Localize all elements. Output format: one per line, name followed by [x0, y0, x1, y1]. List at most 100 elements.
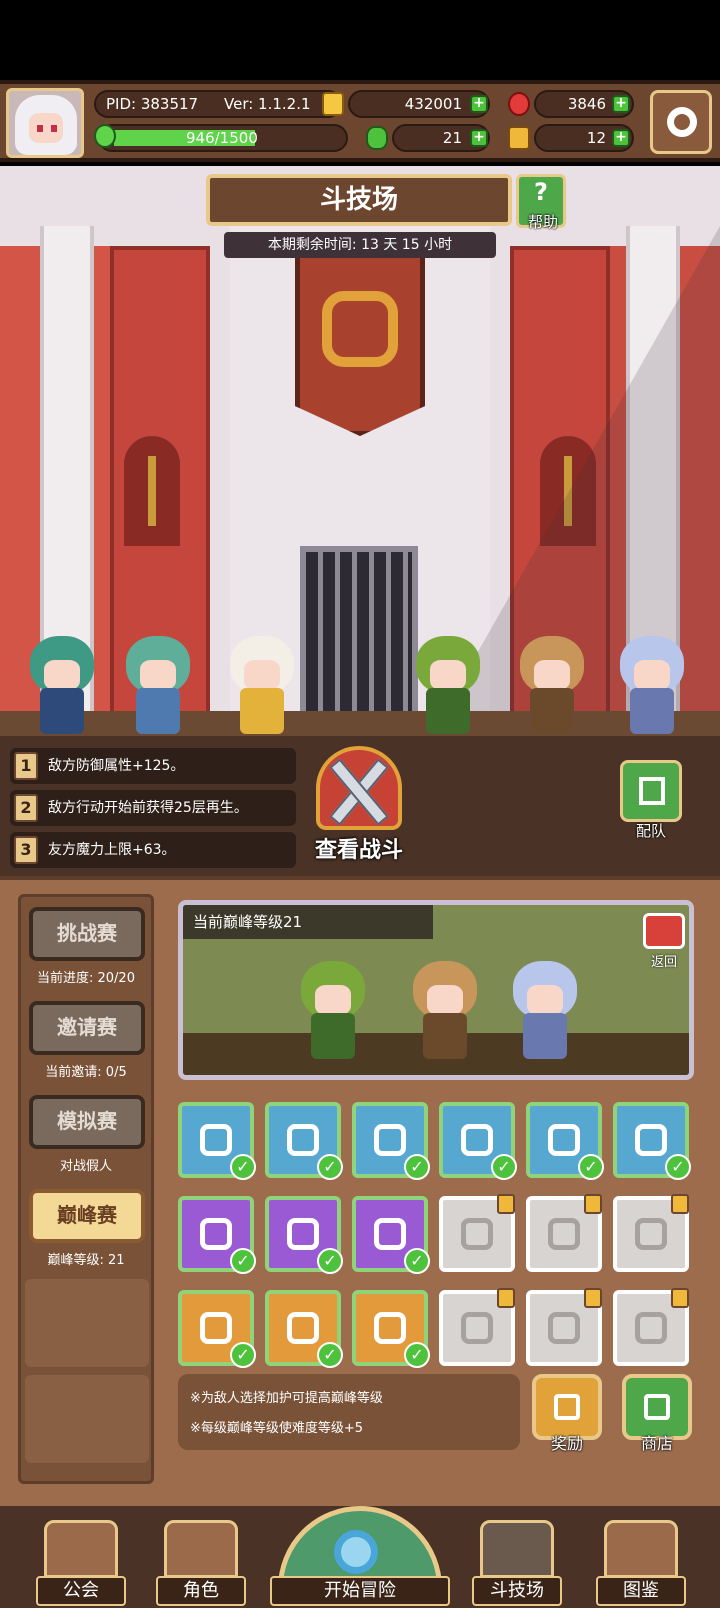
- blessing-slot[interactable]: [613, 1288, 689, 1366]
- blessing-slot[interactable]: [439, 1194, 515, 1272]
- empty-slot: [25, 1279, 149, 1367]
- blessing-slot[interactable]: ✓: [265, 1102, 343, 1180]
- mode-simulate-button[interactable]: 模拟赛: [29, 1095, 145, 1149]
- checkmark-icon: ✓: [404, 1154, 430, 1180]
- blessing-slot[interactable]: ✓: [613, 1102, 691, 1180]
- blessing-slot[interactable]: ✓: [178, 1102, 256, 1180]
- mode-challenge-button[interactable]: 挑战赛: [29, 907, 145, 961]
- enemy-hero-1: [408, 636, 488, 736]
- skull-icon: [287, 1218, 319, 1250]
- blessing-slot[interactable]: ✓: [178, 1290, 256, 1368]
- checkmark-icon: ✓: [404, 1248, 430, 1274]
- blessing-slot[interactable]: [439, 1288, 515, 1366]
- checkmark-icon: ✓: [317, 1248, 343, 1274]
- team-hero-2: [118, 636, 198, 736]
- arena-scene: 斗技场 ? 帮助 本期剩余时间: 13 天 15 小时: [0, 166, 720, 736]
- blessing-slot[interactable]: [526, 1194, 602, 1272]
- nav-adventure-label: 开始冒险: [270, 1576, 450, 1606]
- lock-icon: [584, 1288, 602, 1308]
- rings-icon: [548, 1312, 580, 1344]
- blessing-slot[interactable]: [613, 1194, 689, 1272]
- wind-icon: [635, 1218, 667, 1250]
- blessing-slot[interactable]: ✓: [352, 1290, 430, 1368]
- blessing-grid: ✓ ✓ ✓ ✓ ✓ ✓ ✓ ✓ ✓ ✓ ✓ ✓: [178, 1102, 694, 1372]
- reward-button[interactable]: 奖励: [532, 1374, 602, 1454]
- gold-coin-icon: [322, 92, 344, 116]
- shop-button[interactable]: 商店: [622, 1374, 692, 1454]
- nav-character[interactable]: 角色: [156, 1520, 246, 1608]
- shield-icon: [461, 1312, 493, 1344]
- checkmark-icon: ✓: [317, 1154, 343, 1180]
- blessing-slot[interactable]: ✓: [352, 1102, 430, 1180]
- blessing-slot[interactable]: ✓: [352, 1196, 430, 1274]
- version-label: Ver: 1.1.2.1: [224, 95, 311, 113]
- nav-guild-label: 公会: [36, 1576, 126, 1606]
- clover-amount: 21: [442, 129, 462, 147]
- buff-text: 敌方防御属性+125。: [48, 758, 185, 774]
- undo-icon: [643, 913, 685, 949]
- blessing-slot[interactable]: ✓: [178, 1196, 256, 1274]
- arena-gate: [300, 546, 418, 736]
- lock-icon: [584, 1194, 602, 1214]
- page-title: 斗技场: [206, 174, 512, 226]
- gem-amount: 3846: [567, 95, 606, 113]
- rule-notes: ※为敌人选择加护可提高巅峰等级 ※每级巅峰等级使难度等级+5: [178, 1374, 520, 1450]
- feather-icon: [548, 1124, 580, 1156]
- guild-house-icon: [44, 1520, 118, 1578]
- checkmark-icon: ✓: [665, 1154, 691, 1180]
- help-button[interactable]: ? 帮助: [516, 174, 566, 231]
- team-icon: [639, 777, 665, 805]
- nav-codex[interactable]: 图鉴: [596, 1520, 686, 1608]
- checkmark-icon: ✓: [230, 1248, 256, 1274]
- page-title-text: 斗技场: [319, 185, 398, 215]
- buff-number: 2: [14, 794, 38, 822]
- bottom-nav: 公会 角色 开始冒险 斗技场 图鉴: [0, 1506, 720, 1608]
- mode-sidebar: 挑战赛 当前进度: 20/20 邀请赛 当前邀请: 0/5 模拟赛 对战假人 巅…: [18, 894, 154, 1484]
- energy-gem-icon: [94, 124, 116, 148]
- energy-bar: 946/1500: [98, 124, 348, 152]
- blessing-slot[interactable]: ✓: [439, 1102, 517, 1180]
- gold-add-button[interactable]: +: [470, 95, 488, 113]
- buff-text: 敌方行动开始前获得25层再生。: [48, 800, 248, 816]
- view-battle-button[interactable]: 查看战斗: [296, 746, 422, 866]
- lock-icon: [497, 1288, 515, 1308]
- nav-arena[interactable]: 斗技场: [472, 1520, 562, 1608]
- fist-icon: [200, 1312, 232, 1344]
- blessing-slot[interactable]: ✓: [526, 1102, 604, 1180]
- mode-peak-button[interactable]: 巅峰赛: [29, 1189, 145, 1243]
- reward-label: 奖励: [550, 1434, 583, 1453]
- key-add-button[interactable]: +: [612, 129, 630, 147]
- empty-slot: [25, 1375, 149, 1463]
- nav-adventure[interactable]: 开始冒险: [270, 1506, 450, 1608]
- arena-panel: 挑战赛 当前进度: 20/20 邀请赛 当前邀请: 0/5 模拟赛 对战假人 巅…: [0, 876, 720, 1506]
- blessing-slot[interactable]: [526, 1288, 602, 1366]
- lock-icon: [671, 1288, 689, 1308]
- season-timer: 本期剩余时间: 13 天 15 小时: [224, 232, 496, 258]
- checkmark-icon: ✓: [491, 1154, 517, 1180]
- back-button[interactable]: 返回: [641, 913, 687, 970]
- sun-icon: [287, 1124, 319, 1156]
- team-hero-3: [222, 636, 302, 736]
- sparkle-icon: [374, 1124, 406, 1156]
- shop-icon: [644, 1394, 670, 1420]
- mode-peak-sub: 巅峰等级: 21: [47, 1253, 125, 1268]
- blessing-slot[interactable]: ✓: [265, 1290, 343, 1368]
- checkmark-icon: ✓: [578, 1154, 604, 1180]
- mode-invite-button[interactable]: 邀请赛: [29, 1001, 145, 1055]
- enemy-hero-3: [612, 636, 692, 736]
- buff-row: 3 友方魔力上限+63。: [10, 832, 296, 868]
- question-icon: ?: [534, 178, 548, 206]
- team-setup-button[interactable]: 配队: [616, 760, 686, 846]
- checkmark-icon: ✓: [317, 1342, 343, 1368]
- settings-button[interactable]: [650, 90, 712, 154]
- clover-add-button[interactable]: +: [470, 129, 488, 147]
- modifier-summary: 1 敌方防御属性+125。 2 敌方行动开始前获得25层再生。 3 友方魔力上限…: [0, 736, 720, 876]
- lock-icon: [497, 1194, 515, 1214]
- buff-row: 2 敌方行动开始前获得25层再生。: [10, 790, 296, 826]
- player-avatar[interactable]: [6, 88, 84, 158]
- key-icon: [508, 126, 530, 150]
- nav-guild[interactable]: 公会: [36, 1520, 126, 1608]
- gem-add-button[interactable]: +: [612, 95, 630, 113]
- infinity-icon: [635, 1312, 667, 1344]
- blessing-slot[interactable]: ✓: [265, 1196, 343, 1274]
